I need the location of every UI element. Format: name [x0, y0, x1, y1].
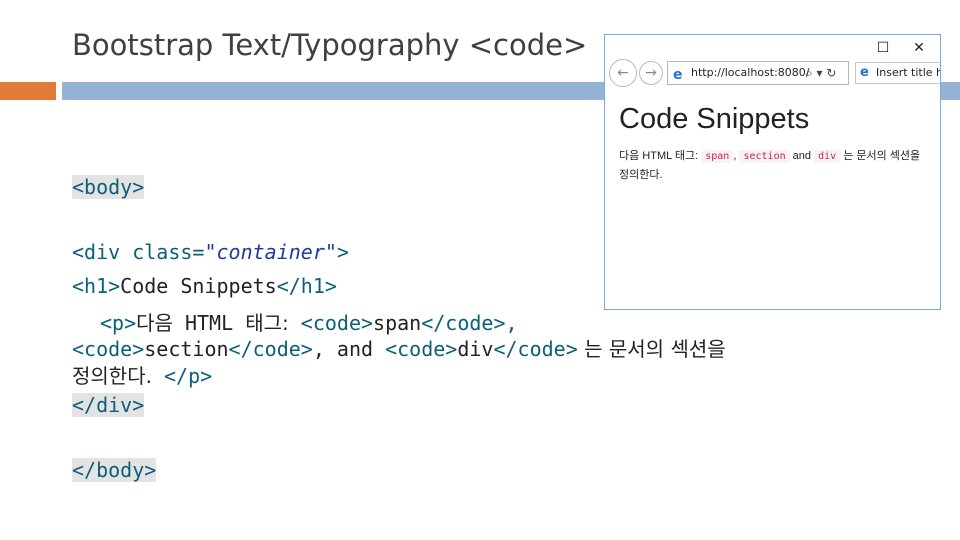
code-line-p-close: 정의한다. </p>	[72, 360, 212, 389]
code-text: <body>	[72, 175, 145, 199]
code-text: >	[336, 240, 349, 264]
code-text: 다음	[136, 311, 173, 335]
code-line-p-open: <p>다음 HTML 태그: <code>span</code>,	[100, 307, 518, 336]
code-chip: section	[739, 150, 790, 163]
code-text: HTML	[172, 311, 246, 335]
ie-icon: e	[860, 65, 869, 80]
code-line-div-open: <div class="container">	[72, 240, 349, 264]
code-text: <h1>	[72, 274, 121, 298]
code-text: <p>	[100, 311, 137, 335]
tab-title: Insert title here	[876, 66, 940, 79]
code-text: 태그:	[245, 311, 289, 335]
code-text: Code Snippets	[120, 274, 277, 298]
code-text: section	[144, 337, 229, 361]
code-text: span	[373, 311, 422, 335]
code-text: 는 문서의 섹션을	[577, 337, 726, 361]
code-text: </div>	[72, 393, 145, 417]
code-line-div-close: </div>	[72, 393, 145, 417]
code-line-p-continued: <code>section</code>, and <code>div</cod…	[72, 333, 726, 362]
code-text: </p>	[151, 364, 213, 388]
code-line-h1: <h1>Code Snippets</h1>	[72, 274, 337, 298]
code-text: , and	[312, 337, 386, 361]
page-paragraph: 다음 HTML 태그: span, section and div 는 문서의 …	[619, 147, 929, 184]
code-text: <code>	[385, 337, 458, 361]
code-line-body-open: <body>	[72, 175, 145, 199]
code-text: <code>	[72, 337, 145, 361]
code-text: 정의한다.	[72, 364, 152, 388]
browser-window: ☐ ✕ ← → e http://localhost:8080/ ⌕ ▾ ↻ e In…	[604, 34, 941, 310]
code-text: "container"	[204, 240, 337, 264]
maximize-icon[interactable]: ☐	[872, 40, 894, 56]
ie-icon: e	[673, 67, 683, 83]
code-text: <code>	[288, 311, 374, 335]
code-chip: span	[701, 150, 734, 163]
page-heading: Code Snippets	[619, 103, 810, 135]
code-text: </code>	[228, 337, 313, 361]
browser-tab[interactable]: e Insert title here	[855, 62, 940, 84]
browser-navbar: ← → e http://localhost:8080/ ⌕ ▾ ↻ e Inser…	[605, 59, 940, 89]
window-controls: ☐ ✕	[858, 40, 930, 56]
address-bar[interactable]: e http://localhost:8080/ ⌕ ▾ ↻	[667, 61, 849, 85]
back-icon[interactable]: ←	[609, 59, 637, 87]
address-text: http://localhost:8080/	[691, 66, 810, 79]
forward-icon[interactable]: →	[639, 61, 663, 85]
close-icon[interactable]: ✕	[908, 40, 930, 56]
paragraph-text: and	[789, 150, 815, 162]
code-text: </code>	[493, 337, 578, 361]
code-text: div	[457, 337, 494, 361]
code-text: </code>,	[421, 311, 518, 335]
code-text: </h1>	[276, 274, 337, 298]
paragraph-text: 다음 HTML 태그:	[619, 150, 702, 162]
search-refresh-icons[interactable]: ⌕ ▾ ↻	[806, 62, 836, 84]
code-chip: div	[814, 150, 841, 163]
code-text: <div class=	[72, 240, 205, 264]
code-text: </body>	[72, 458, 157, 482]
code-line-body-close: </body>	[72, 458, 157, 482]
accent-bar-orange	[0, 82, 56, 100]
slide-title: Bootstrap Text/Typography <code>	[72, 28, 588, 62]
